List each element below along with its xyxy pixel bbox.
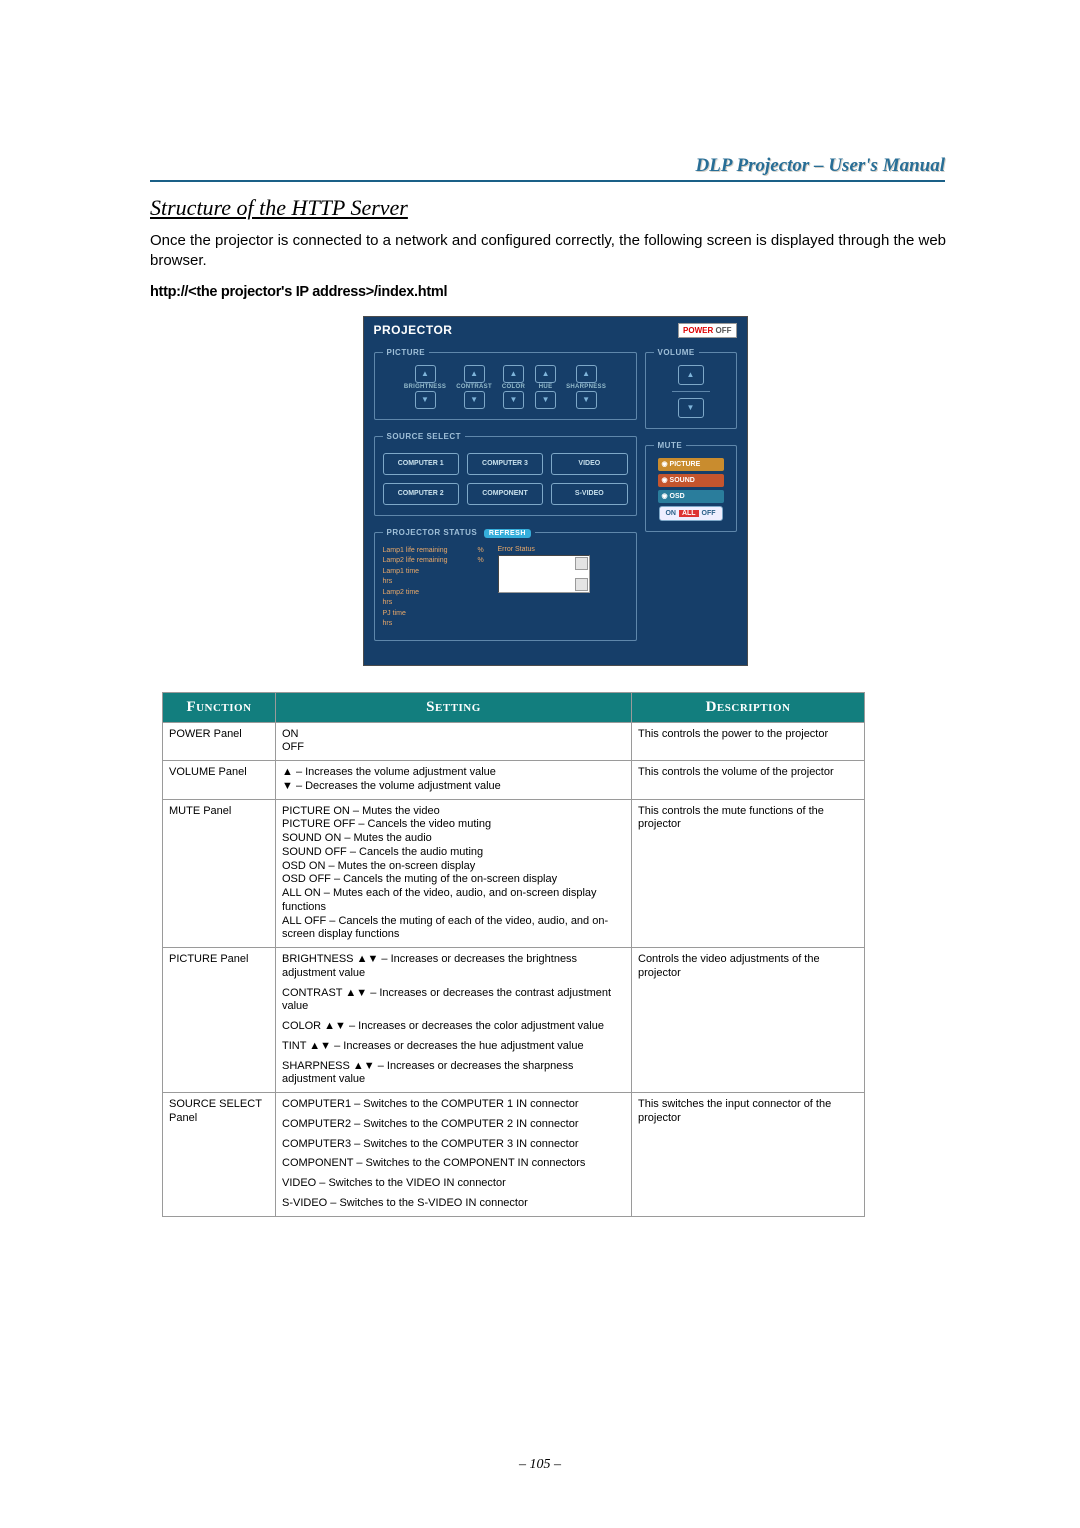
brightness-down-button[interactable]: ▼ bbox=[415, 391, 436, 409]
cell-function: SOURCE SELECT Panel bbox=[163, 1093, 276, 1217]
contrast-label: CONTRAST bbox=[456, 384, 492, 390]
source-select-fieldset: SOURCE SELECT COMPUTER 1 COMPUTER 3 VIDEO C… bbox=[374, 432, 637, 516]
contrast-up-button[interactable]: ▲ bbox=[464, 365, 485, 383]
contrast-down-button[interactable]: ▼ bbox=[464, 391, 485, 409]
th-description: Description bbox=[632, 692, 865, 722]
picture-control-color: ▲COLOR▼ bbox=[502, 365, 525, 409]
power-button[interactable]: POWER OFF bbox=[678, 323, 736, 338]
source-computer-2-button[interactable]: COMPUTER 2 bbox=[383, 483, 459, 505]
cell-setting: PICTURE ON – Mutes the videoPICTURE OFF … bbox=[276, 799, 632, 948]
picture-fieldset: PICTURE ▲BRIGHTNESS▼▲CONTRAST▼▲COLOR▼▲HU… bbox=[374, 348, 637, 420]
table-row: SOURCE SELECT PanelCOMPUTER1 – Switches … bbox=[163, 1093, 865, 1217]
status-row: Lamp1 life remaining% bbox=[383, 546, 486, 557]
mute-sound-button[interactable]: ◉ SOUND bbox=[658, 474, 724, 487]
cell-setting: BRIGHTNESS ▲▼ – Increases or decreases t… bbox=[276, 948, 632, 1093]
picture-control-brightness: ▲BRIGHTNESS▼ bbox=[404, 365, 446, 409]
picture-control-hue: ▲HUE▼ bbox=[535, 365, 556, 409]
table-row: PICTURE PanelBRIGHTNESS ▲▼ – Increases o… bbox=[163, 948, 865, 1093]
status-row: Lamp1 timehrs bbox=[383, 567, 486, 588]
mute-picture-button[interactable]: ◉ PICTURE bbox=[658, 458, 724, 471]
hue-up-button[interactable]: ▲ bbox=[535, 365, 556, 383]
th-setting: Setting bbox=[276, 692, 632, 722]
source-component-button[interactable]: COMPONENT bbox=[467, 483, 543, 505]
color-label: COLOR bbox=[502, 384, 525, 390]
cell-function: VOLUME Panel bbox=[163, 761, 276, 800]
sharpness-label: SHARPNESS bbox=[566, 384, 606, 390]
section-title: Structure of the HTTP Server bbox=[150, 195, 960, 221]
picture-control-sharpness: ▲SHARPNESS▼ bbox=[566, 365, 606, 409]
source-select-legend: SOURCE SELECT bbox=[383, 432, 466, 441]
sharpness-down-button[interactable]: ▼ bbox=[576, 391, 597, 409]
mute-fieldset: MUTE ◉ PICTURE ◉ SOUND ◉ OSD ONALLOFF bbox=[645, 441, 737, 532]
projector-status-fieldset: PROJECTOR STATUS REFRESH Lamp1 life rema… bbox=[374, 528, 637, 641]
url-line: http://<the projector's IP address>/inde… bbox=[150, 284, 960, 300]
picture-legend: PICTURE bbox=[383, 348, 430, 357]
status-row: Lamp2 life remaining% bbox=[383, 556, 486, 567]
cell-description: This controls the mute functions of the … bbox=[632, 799, 865, 948]
manual-page: DLP Projector – User's Manual Structure … bbox=[0, 0, 1080, 1528]
cell-setting: COMPUTER1 – Switches to the COMPUTER 1 I… bbox=[276, 1093, 632, 1217]
cell-function: MUTE Panel bbox=[163, 799, 276, 948]
mute-all-toggle[interactable]: ONALLOFF bbox=[659, 506, 723, 521]
volume-legend: VOLUME bbox=[654, 348, 699, 357]
mute-osd-button[interactable]: ◉ OSD bbox=[658, 490, 724, 503]
volume-fieldset: VOLUME ▲ ▼ bbox=[645, 348, 737, 429]
cell-description: Controls the video adjustments of the pr… bbox=[632, 948, 865, 1093]
volume-down-button[interactable]: ▼ bbox=[678, 398, 704, 418]
power-off-label: OFF bbox=[716, 326, 732, 335]
sharpness-up-button[interactable]: ▲ bbox=[576, 365, 597, 383]
th-function: Function bbox=[163, 692, 276, 722]
source-video-button[interactable]: VIDEO bbox=[551, 453, 627, 475]
error-status-box[interactable] bbox=[498, 555, 590, 593]
cell-setting: ONOFF bbox=[276, 722, 632, 761]
picture-control-contrast: ▲CONTRAST▼ bbox=[456, 365, 492, 409]
cell-function: POWER Panel bbox=[163, 722, 276, 761]
table-row: MUTE PanelPICTURE ON – Mutes the videoPI… bbox=[163, 799, 865, 948]
power-label: POWER bbox=[683, 326, 713, 335]
color-down-button[interactable]: ▼ bbox=[503, 391, 524, 409]
hue-down-button[interactable]: ▼ bbox=[535, 391, 556, 409]
document-header-title: DLP Projector – User's Manual bbox=[696, 155, 945, 177]
status-row: Lamp2 timehrs bbox=[383, 588, 486, 609]
intro-text: Once the projector is connected to a net… bbox=[150, 231, 960, 272]
cell-setting: ▲ – Increases the volume adjustment valu… bbox=[276, 761, 632, 800]
hue-label: HUE bbox=[539, 384, 553, 390]
cell-function: PICTURE Panel bbox=[163, 948, 276, 1093]
source-computer-3-button[interactable]: COMPUTER 3 bbox=[467, 453, 543, 475]
cell-description: This controls the volume of the projecto… bbox=[632, 761, 865, 800]
mute-legend: MUTE bbox=[654, 441, 687, 450]
projector-title: PROJECTOR bbox=[374, 323, 453, 337]
projector-status-legend: PROJECTOR STATUS REFRESH bbox=[383, 528, 535, 538]
brightness-up-button[interactable]: ▲ bbox=[415, 365, 436, 383]
function-table: Function Setting Description POWER Panel… bbox=[162, 692, 865, 1217]
page-number: – 105 – bbox=[0, 1457, 1080, 1473]
table-row: POWER PanelONOFFThis controls the power … bbox=[163, 722, 865, 761]
table-row: VOLUME Panel▲ – Increases the volume adj… bbox=[163, 761, 865, 800]
volume-up-button[interactable]: ▲ bbox=[678, 365, 704, 385]
source-s-video-button[interactable]: S-VIDEO bbox=[551, 483, 627, 505]
color-up-button[interactable]: ▲ bbox=[503, 365, 524, 383]
refresh-button[interactable]: REFRESH bbox=[484, 529, 531, 538]
error-status-label: Error Status bbox=[498, 546, 628, 553]
header-rule bbox=[150, 180, 945, 182]
projector-web-panel: PROJECTOR POWER OFF PICTURE ▲BRIGHTNESS▼… bbox=[363, 316, 748, 666]
brightness-label: BRIGHTNESS bbox=[404, 384, 446, 390]
cell-description: This switches the input connector of the… bbox=[632, 1093, 865, 1217]
status-row: PJ timehrs bbox=[383, 609, 486, 630]
source-computer-1-button[interactable]: COMPUTER 1 bbox=[383, 453, 459, 475]
cell-description: This controls the power to the projector bbox=[632, 722, 865, 761]
